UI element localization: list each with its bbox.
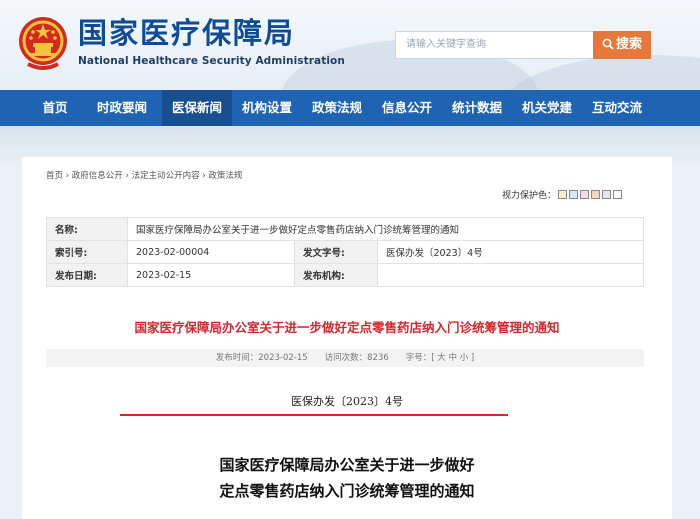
- search-icon: [602, 38, 614, 50]
- meta-docno-label: 发文字号:: [294, 240, 378, 264]
- nav-item-organization[interactable]: 机构设置: [232, 90, 302, 126]
- national-emblem-icon: [19, 17, 67, 70]
- article-heading-line-2: 定点零售药店纳入门诊统筹管理的通知: [219, 482, 475, 500]
- color-swatch-yellow[interactable]: [558, 190, 568, 199]
- meta-org-label: 发布机构:: [294, 263, 378, 287]
- color-swatch-orange[interactable]: [591, 190, 601, 199]
- meta-org-value: [377, 263, 644, 287]
- nav-item-politics-news[interactable]: 时政要闻: [82, 90, 162, 126]
- nav-item-statistics[interactable]: 统计数据: [442, 90, 512, 126]
- site-subtitle: National Healthcare Security Administrat…: [78, 55, 345, 67]
- article-title: 国家医疗保障局办公室关于进一步做好定点零售药店纳入门诊统筹管理的通知: [134, 320, 560, 335]
- color-swatch-pink[interactable]: [580, 190, 590, 199]
- nav-item-home[interactable]: 首页: [28, 90, 82, 126]
- site-title[interactable]: 国家医疗保障局: [78, 16, 295, 50]
- vision-label: 视力保护色：: [502, 191, 557, 201]
- meta-docno-value: 医保办发〔2023〕4号: [377, 240, 644, 264]
- color-swatch-blue[interactable]: [569, 190, 579, 199]
- document-number: 医保办发〔2023〕4号: [291, 395, 403, 408]
- meta-name-value: 国家医疗保障局办公室关于进一步做好定点零售药店纳入门诊统筹管理的通知: [127, 217, 644, 241]
- header-background-hill: [500, 55, 700, 90]
- search-button-label: 搜索: [615, 37, 642, 52]
- nav-item-policies[interactable]: 政策法规: [302, 90, 372, 126]
- nav-item-party-building[interactable]: 机关党建: [512, 90, 582, 126]
- breadcrumb[interactable]: 首页 › 政府信息公开 › 法定主动公开内容 › 政策法规: [46, 169, 242, 181]
- meta-index-value: 2023-02-00004: [127, 240, 295, 264]
- nav-item-interaction[interactable]: 互动交流: [582, 90, 652, 126]
- meta-index-label: 索引号:: [46, 240, 128, 264]
- color-swatch-gray[interactable]: [602, 190, 612, 199]
- nav-item-medical-insurance-news[interactable]: 医保新闻: [162, 90, 232, 126]
- content-panel: 首页 › 政府信息公开 › 法定主动公开内容 › 政策法规 视力保护色： 名称:…: [22, 157, 672, 519]
- color-swatch-white[interactable]: [613, 190, 623, 199]
- nav-item-information-disclosure[interactable]: 信息公开: [372, 90, 442, 126]
- red-divider: [120, 414, 508, 416]
- document-metadata-table: 名称: 国家医疗保障局办公室关于进一步做好定点零售药店纳入门诊统筹管理的通知 索…: [46, 217, 644, 287]
- site-header: 国家医疗保障局 National Healthcare Security Adm…: [0, 0, 700, 90]
- meta-date-value: 2023-02-15: [127, 263, 295, 287]
- article-info-bar: 发布时间：2023-02-15 访问次数：8236 字号：[ 大 中 小 ]: [46, 349, 644, 367]
- meta-date-label: 发布日期:: [46, 263, 128, 287]
- search-input[interactable]: 请输入关键字查询: [395, 31, 595, 59]
- search-button[interactable]: 搜索: [593, 31, 651, 59]
- vision-protection-colors: 视力保护色：: [502, 188, 623, 201]
- main-nav: 首页 时政要闻 医保新闻 机构设置 政策法规 信息公开 统计数据 机关党建 互动…: [0, 90, 700, 126]
- meta-name-label: 名称:: [46, 217, 128, 241]
- article-heading-line-1: 国家医疗保障局办公室关于进一步做好: [219, 456, 475, 474]
